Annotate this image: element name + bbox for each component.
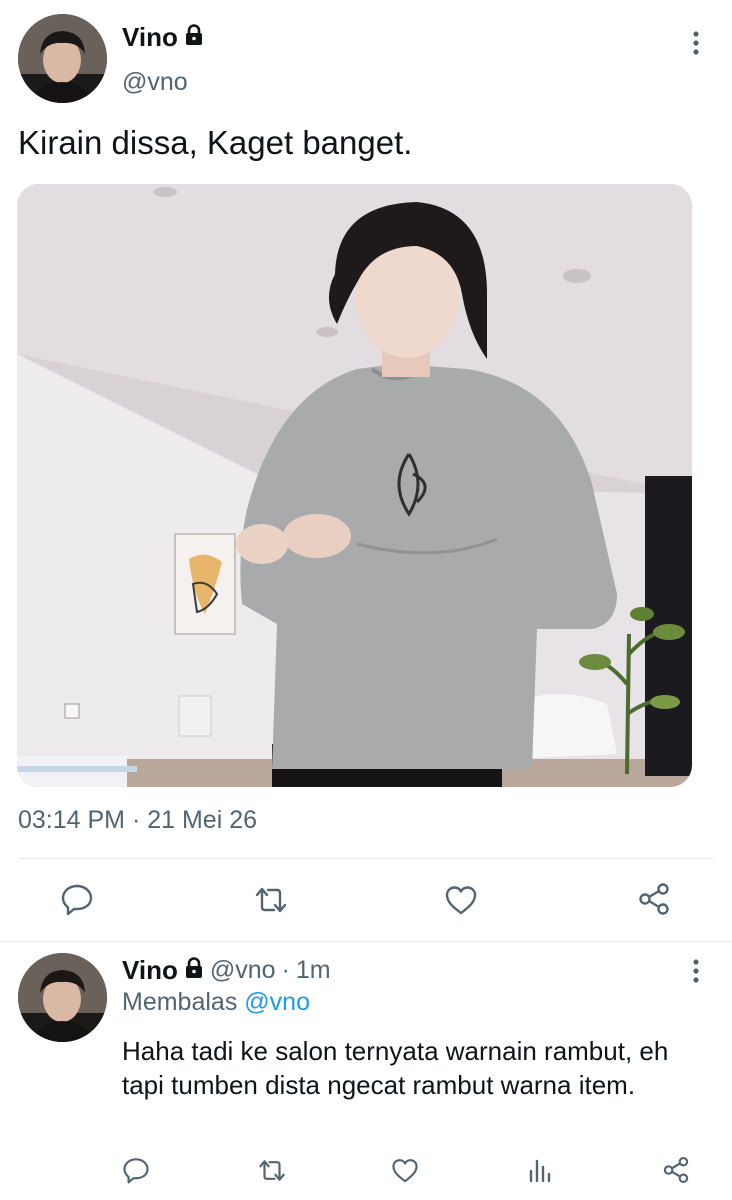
reply-author-handle[interactable]: @vno	[210, 956, 276, 985]
separator-dot: ·	[281, 955, 290, 984]
reply-time[interactable]: 1m	[296, 956, 331, 985]
replying-to: Membalas @vno	[122, 988, 310, 1017]
divider	[18, 858, 714, 859]
share-icon[interactable]	[662, 1156, 690, 1184]
lock-icon	[184, 23, 204, 51]
avatar-photo	[18, 14, 107, 103]
tweet-text: Kirain dissa, Kaget banget.	[18, 124, 413, 161]
reply-text: Haha tadi ke salon ternyata warnain ramb…	[122, 1036, 669, 1100]
reply-author-avatar[interactable]	[18, 953, 107, 1042]
retweet-icon[interactable]	[257, 1157, 287, 1184]
photo-content	[17, 184, 692, 787]
more-vertical-icon[interactable]	[686, 958, 706, 984]
retweet-icon[interactable]	[253, 884, 289, 916]
like-icon[interactable]	[391, 1157, 419, 1184]
more-vertical-icon[interactable]	[686, 30, 706, 56]
divider	[0, 941, 732, 942]
analytics-icon[interactable]	[527, 1157, 553, 1183]
lock-icon	[184, 956, 204, 984]
author-handle[interactable]: @vno	[122, 68, 188, 97]
replying-to-link[interactable]: @vno	[244, 988, 310, 1016]
author-avatar[interactable]	[18, 14, 107, 103]
reply-icon[interactable]	[60, 882, 94, 916]
replying-prefix: Membalas	[122, 988, 238, 1016]
share-icon[interactable]	[637, 882, 671, 916]
reply-icon[interactable]	[122, 1156, 150, 1184]
avatar-photo	[18, 953, 107, 1042]
author-name[interactable]: Vino	[122, 22, 178, 53]
like-icon[interactable]	[444, 884, 478, 916]
reply-author-name[interactable]: Vino	[122, 955, 178, 986]
tweet-timestamp[interactable]: 03:14 PM · 21 Mei 26	[18, 806, 257, 835]
tweet-photo[interactable]	[17, 184, 692, 787]
